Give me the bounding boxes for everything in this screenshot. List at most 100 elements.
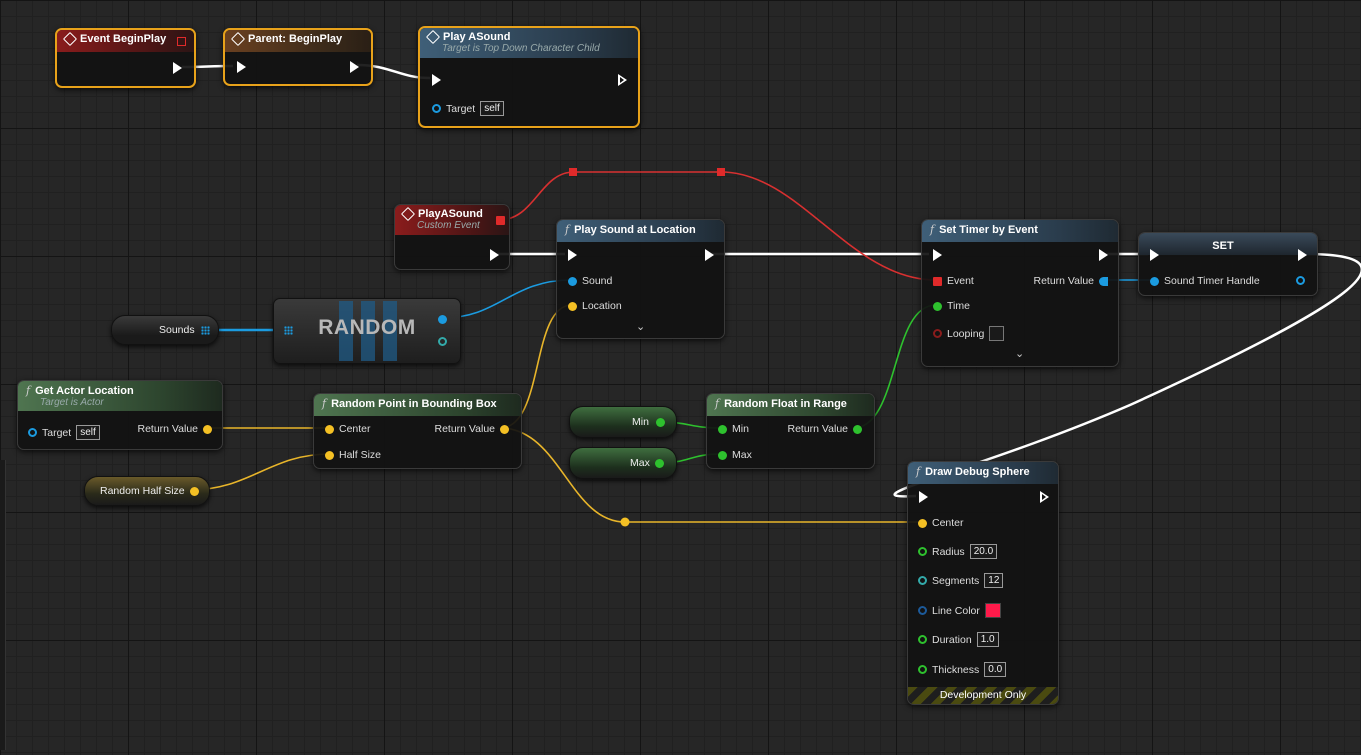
node-title: Set Timer by Event: [939, 223, 1038, 236]
sounds-variable-node[interactable]: Sounds: [111, 315, 219, 345]
sound-timer-handle-input-pin[interactable]: [1150, 276, 1159, 286]
get-actor-location-node[interactable]: f Get Actor Location Target is Actor Targ…: [17, 380, 223, 450]
exec-output-pin[interactable]: [490, 249, 499, 261]
random-float-in-range-node[interactable]: f Random Float in Range Min Return Value …: [706, 393, 875, 469]
exec-input-pin[interactable]: [919, 491, 928, 503]
center-input-pin[interactable]: [325, 424, 334, 434]
random-array-item-node[interactable]: RANDOM: [273, 298, 461, 364]
thickness-value-field[interactable]: 0.0: [984, 662, 1007, 677]
node-subtitle: Target is Top Down Character Child: [442, 43, 600, 54]
function-icon: f: [322, 397, 327, 410]
target-input-pin[interactable]: [432, 104, 441, 113]
return-value-pin-row: Return Value: [1033, 275, 1108, 287]
looping-checkbox[interactable]: [989, 326, 1005, 341]
pin-label: Duration: [932, 633, 972, 646]
exec-output-pin[interactable]: [173, 62, 182, 74]
min-input-pin[interactable]: [718, 424, 727, 434]
random-item-output-pin[interactable]: [438, 315, 447, 324]
random-half-size-variable-node[interactable]: Random Half Size: [84, 476, 210, 506]
max-variable-node[interactable]: Max: [569, 447, 677, 479]
exec-output-pin[interactable]: [1099, 249, 1108, 261]
line-color-pin-row: Line Color: [918, 603, 1001, 618]
exec-output-pin[interactable]: [618, 74, 628, 86]
pin-label: Center: [339, 423, 371, 435]
half-size-pin-row: Half Size: [325, 449, 381, 461]
random-point-in-bounding-box-node[interactable]: f Random Point in Bounding Box Center Ret…: [313, 393, 522, 469]
duration-input-pin[interactable]: [918, 635, 927, 644]
pin-label: Event: [947, 275, 974, 287]
duration-value-field[interactable]: 1.0: [976, 632, 999, 647]
return-value-output-pin[interactable]: [500, 424, 509, 434]
exec-output-pin[interactable]: [1040, 491, 1050, 503]
play-sound-at-location-node[interactable]: f Play Sound at Location Sound Location ⌄: [556, 219, 725, 339]
center-input-pin[interactable]: [918, 518, 927, 528]
radius-value-field[interactable]: 20.0: [969, 544, 998, 559]
delegate-output-pin[interactable]: [496, 216, 505, 225]
random-index-output-pin[interactable]: [438, 337, 447, 346]
segments-input-pin[interactable]: [918, 576, 927, 585]
exec-input-pin[interactable]: [237, 61, 246, 73]
line-color-input-pin[interactable]: [918, 606, 927, 615]
center-pin-row: Center: [918, 517, 964, 529]
time-input-pin[interactable]: [933, 301, 942, 311]
return-value-output-pin[interactable]: [1099, 276, 1108, 286]
max-output-pin[interactable]: [654, 458, 664, 468]
sounds-array-output-pin[interactable]: [200, 325, 210, 335]
node-title: Event BeginPlay: [80, 33, 167, 45]
max-input-pin[interactable]: [718, 450, 727, 460]
target-value-field[interactable]: self: [76, 425, 100, 440]
wire-reroute-knot: [717, 168, 725, 176]
node-header: f Random Point in Bounding Box: [314, 394, 521, 416]
pin-label: Min: [732, 423, 749, 435]
line-color-swatch[interactable]: [984, 603, 1001, 618]
event-beginplay-node[interactable]: Event BeginPlay: [55, 28, 196, 88]
event-diamond-icon: [62, 31, 78, 47]
play-asound-call-node[interactable]: Play ASound Target is Top Down Character…: [418, 26, 640, 128]
exec-input-pin[interactable]: [933, 249, 942, 261]
function-icon: f: [930, 223, 935, 236]
segments-value-field[interactable]: 12: [984, 573, 1004, 588]
set-sound-timer-handle-node[interactable]: SET Sound Timer Handle: [1138, 232, 1318, 296]
sound-input-pin[interactable]: [568, 276, 577, 286]
pin-label: Return Value: [137, 423, 198, 435]
parent-beginplay-node[interactable]: Parent: BeginPlay: [223, 28, 373, 86]
thickness-input-pin[interactable]: [918, 665, 927, 674]
exec-input-pin[interactable]: [1150, 249, 1159, 261]
return-value-pin-row: Return Value: [787, 423, 862, 435]
exec-output-pin[interactable]: [1298, 249, 1307, 261]
thickness-pin-row: Thickness 0.0: [918, 662, 1007, 677]
event-input-pin[interactable]: [933, 276, 942, 286]
pin-label: Target: [446, 102, 476, 115]
half-size-input-pin[interactable]: [325, 450, 334, 460]
looping-input-pin[interactable]: [933, 329, 942, 338]
exec-output-pin[interactable]: [705, 249, 714, 261]
sound-timer-handle-output-pin[interactable]: [1296, 276, 1305, 285]
radius-input-pin[interactable]: [918, 547, 927, 556]
target-value-field[interactable]: self: [480, 101, 504, 116]
random-half-size-output-pin[interactable]: [189, 486, 199, 496]
node-header: Parent: BeginPlay: [225, 30, 371, 52]
wire-reroute-knot: [620, 517, 630, 527]
min-variable-node[interactable]: Min: [569, 406, 677, 438]
return-value-output-pin[interactable]: [853, 424, 862, 434]
pin-label: Target: [42, 426, 72, 439]
exec-output-pin[interactable]: [350, 61, 359, 73]
node-subtitle: Custom Event: [417, 220, 480, 231]
draw-debug-sphere-node[interactable]: f Draw Debug Sphere Center Radius 20.0 Se…: [907, 461, 1059, 705]
chevron-down-icon[interactable]: ⌄: [636, 320, 645, 333]
target-input-pin[interactable]: [28, 428, 37, 437]
sound-pin-row: Sound: [568, 275, 612, 287]
playasound-custom-event-node[interactable]: PlayASound Custom Event: [394, 204, 510, 270]
node-header: f Draw Debug Sphere: [908, 462, 1058, 484]
return-value-output-pin[interactable]: [203, 424, 212, 434]
pin-label: Segments: [932, 574, 980, 587]
delegate-output-pin[interactable]: [177, 37, 186, 46]
array-input-pin[interactable]: [284, 326, 293, 335]
pin-label: Line Color: [932, 604, 980, 617]
exec-input-pin[interactable]: [568, 249, 577, 261]
chevron-down-icon[interactable]: ⌄: [1015, 347, 1024, 360]
set-timer-by-event-node[interactable]: f Set Timer by Event Event Return Value T…: [921, 219, 1119, 367]
location-input-pin[interactable]: [568, 301, 577, 311]
min-output-pin[interactable]: [655, 417, 665, 427]
exec-input-pin[interactable]: [432, 74, 441, 86]
